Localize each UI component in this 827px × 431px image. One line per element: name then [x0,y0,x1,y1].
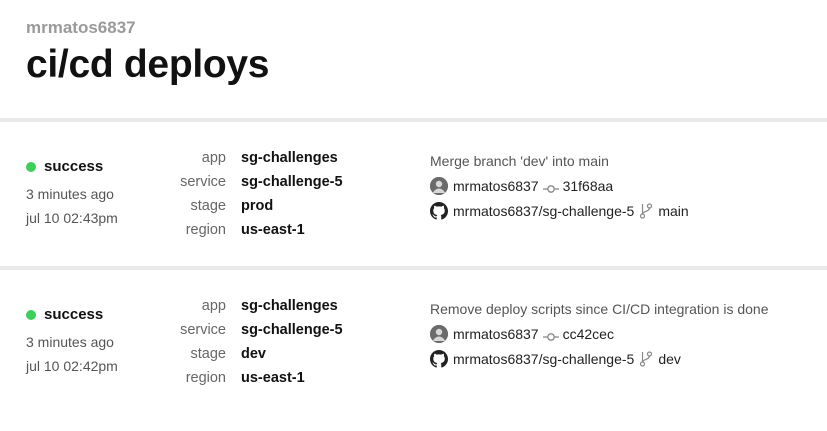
status-dot-icon [26,161,36,172]
git-branch-icon [639,351,653,367]
repo-name[interactable]: mrmatos6837/sg-challenge-5 [453,203,634,219]
branch-name[interactable]: dev [658,351,681,367]
meta-key: region [185,222,226,238]
meta-row-stage: stage dev [150,342,343,366]
commit-author[interactable]: mrmatos6837 [453,178,539,194]
repo-name[interactable]: mrmatos6837/sg-challenge-5 [453,351,634,367]
deploy-meta: app sg-challenges service sg-challenge-5… [150,146,343,242]
commit-author-line: mrmatos6837 31f68aa [430,177,613,195]
avatar [430,325,448,343]
meta-value: sg-challenge-5 [241,322,343,338]
commit-sha[interactable]: 31f68aa [563,178,614,194]
git-commit-icon [542,329,559,341]
git-branch-icon [639,203,653,219]
meta-row-app: app sg-challenges [150,146,343,170]
meta-key: region [185,370,226,386]
github-icon [430,350,448,368]
meta-value: sg-challenges [241,150,338,166]
page-title: ci/cd deploys [26,43,270,86]
meta-row-region: region us-east-1 [150,366,343,390]
status-label: success [44,158,104,175]
deploy-time-ago: 3 minutes ago [26,334,114,350]
github-icon [430,202,448,220]
deploy-item[interactable]: success 3 minutes ago jul 10 02:43pm app… [0,122,827,266]
commit-message: Merge branch 'dev' into main [430,153,609,169]
meta-value: dev [241,346,266,362]
meta-value: us-east-1 [241,222,305,238]
commit-sha[interactable]: cc42cec [563,326,614,342]
git-commit-icon [542,181,559,193]
commit-author-line: mrmatos6837 cc42cec [430,325,614,343]
commit-author[interactable]: mrmatos6837 [453,326,539,342]
meta-row-service: service sg-challenge-5 [150,170,343,194]
deploy-time-ago: 3 minutes ago [26,186,114,202]
avatar [430,177,448,195]
meta-value: sg-challenge-5 [241,174,343,190]
meta-key: service [180,174,226,190]
meta-row-stage: stage prod [150,194,343,218]
meta-value: us-east-1 [241,370,305,386]
repo-line: mrmatos6837/sg-challenge-5 dev [430,350,681,368]
status-dot-icon [26,309,36,320]
meta-value: sg-challenges [241,298,338,314]
repo-line: mrmatos6837/sg-challenge-5 main [430,202,689,220]
meta-key: app [201,150,226,166]
meta-key: app [201,298,226,314]
deploy-item[interactable]: success 3 minutes ago jul 10 02:42pm app… [0,270,827,414]
commit-message: Remove deploy scripts since CI/CD integr… [430,301,769,317]
status-label: success [44,306,104,323]
meta-key: service [180,322,226,338]
deploy-date: jul 10 02:42pm [26,358,118,374]
org-name[interactable]: mrmatos6837 [26,18,827,38]
branch-name[interactable]: main [658,203,688,219]
meta-value: prod [241,198,274,214]
meta-row-service: service sg-challenge-5 [150,318,343,342]
meta-row-app: app sg-challenges [150,294,343,318]
meta-key: stage [190,346,226,362]
meta-key: stage [190,198,226,214]
page-header: mrmatos6837 ci/cd deploys [0,0,827,118]
deploy-meta: app sg-challenges service sg-challenge-5… [150,294,343,390]
deploy-date: jul 10 02:43pm [26,210,118,226]
meta-row-region: region us-east-1 [150,218,343,242]
